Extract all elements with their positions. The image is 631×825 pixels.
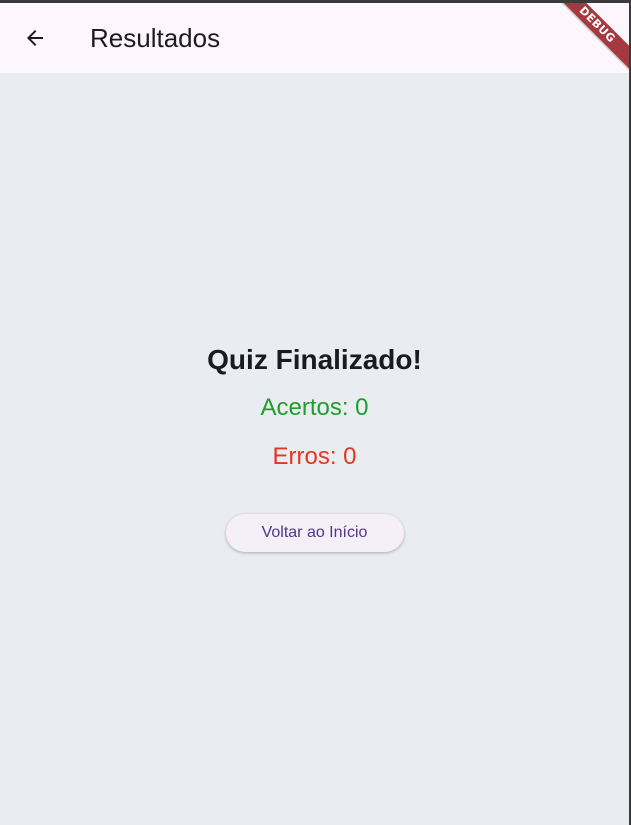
debug-banner: DEBUG [548,3,629,74]
page-title: Resultados [90,23,221,53]
arrow-back-icon [27,30,43,46]
quiz-finished-heading: Quiz Finalizado! [207,344,422,375]
results-content: Quiz Finalizado! Acertos: 0 Erros: 0 Vol… [0,73,629,825]
app-bar: Resultados DEBUG [0,3,629,74]
correct-count: Acertos: 0 [260,394,369,421]
wrong-count: Erros: 0 [272,443,357,470]
back-to-home-button[interactable]: Voltar ao Início [225,514,404,552]
back-button[interactable] [14,17,56,59]
app-window: Resultados DEBUG Quiz Finalizado! Acerto… [0,0,631,825]
results-column: Quiz Finalizado! Acertos: 0 Erros: 0 Vol… [0,343,629,552]
